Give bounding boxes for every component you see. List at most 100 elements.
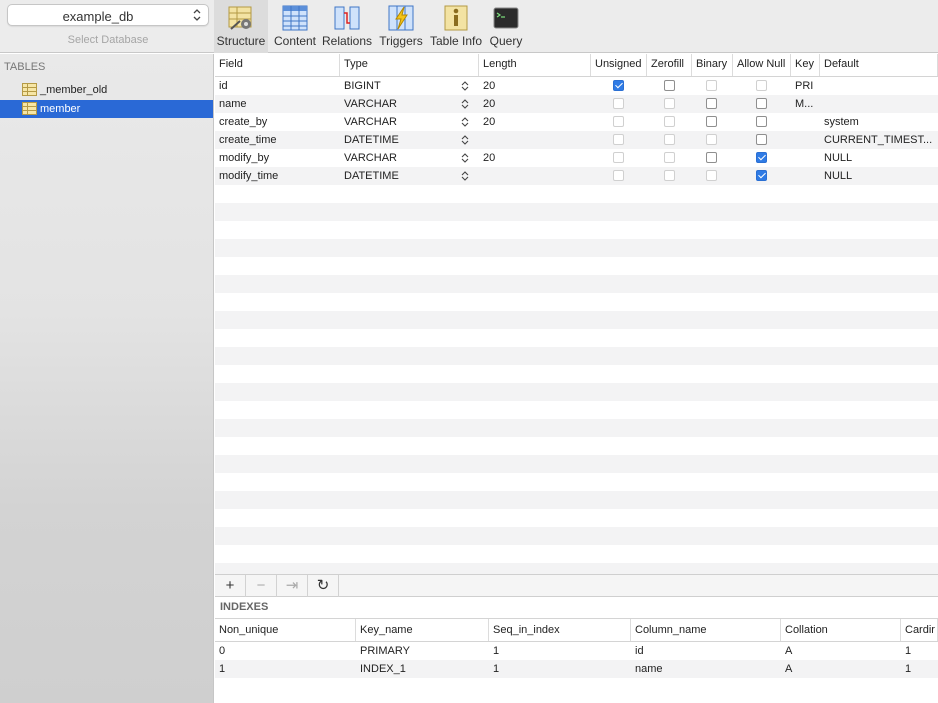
field-name-cell[interactable]: modify_by <box>215 149 340 167</box>
type-select-arrows-icon[interactable] <box>461 117 469 127</box>
empty-row <box>215 383 938 401</box>
allow-null-checkbox[interactable] <box>756 98 767 109</box>
type-cell[interactable]: DATETIME <box>340 131 455 149</box>
toolbar-query-label: Query <box>489 34 523 48</box>
sidebar: TABLES _member_old member <box>0 54 214 703</box>
unsigned-checkbox <box>613 134 624 145</box>
col-seq-in-index-header[interactable]: Seq_in_index <box>489 619 631 641</box>
default-cell[interactable] <box>820 95 938 113</box>
col-cardinality-header[interactable]: Cardir <box>901 619 938 641</box>
type-select-arrows-icon[interactable] <box>461 153 469 163</box>
col-unsigned-header[interactable]: Unsigned <box>591 54 647 76</box>
col-non-unique-header[interactable]: Non_unique <box>215 619 356 641</box>
empty-row <box>215 347 938 365</box>
empty-row <box>215 491 938 509</box>
field-name-cell[interactable]: create_by <box>215 113 340 131</box>
field-row[interactable]: name VARCHAR 20 M... <box>215 95 938 113</box>
index-row[interactable]: 0 PRIMARY 1 id A 1 <box>215 642 938 660</box>
allow-null-checkbox[interactable] <box>756 134 767 145</box>
type-cell[interactable]: VARCHAR <box>340 95 455 113</box>
sidebar-item-label: member <box>40 103 81 115</box>
toolbar-table-info-button[interactable]: Table Info <box>428 0 484 53</box>
refresh-button[interactable]: ↻ <box>308 575 339 597</box>
type-cell[interactable]: DATETIME <box>340 167 455 185</box>
sidebar-item-member[interactable]: member <box>0 100 213 118</box>
col-type-header[interactable]: Type <box>340 54 479 76</box>
type-cell[interactable]: VARCHAR <box>340 113 455 131</box>
col-field-header[interactable]: Field <box>215 54 340 76</box>
length-cell[interactable]: 20 <box>479 149 591 167</box>
allow-null-checkbox[interactable] <box>756 116 767 127</box>
field-row[interactable]: create_time DATETIME CURRENT_TIMEST... <box>215 131 938 149</box>
default-cell[interactable]: NULL <box>820 167 938 185</box>
field-row[interactable]: modify_time DATETIME NULL <box>215 167 938 185</box>
field-row[interactable]: id BIGINT 20 PRI <box>215 77 938 95</box>
toolbar-content-button[interactable]: Content <box>270 0 320 53</box>
field-row[interactable]: create_by VARCHAR 20 system <box>215 113 938 131</box>
col-length-header[interactable]: Length <box>479 54 591 76</box>
col-allow-null-header[interactable]: Allow Null <box>733 54 791 76</box>
binary-checkbox[interactable] <box>706 116 717 127</box>
remove-field-button[interactable]: − <box>246 575 277 597</box>
col-collation-header[interactable]: Collation <box>781 619 901 641</box>
database-select[interactable]: example_db <box>7 4 209 26</box>
binary-checkbox <box>706 80 717 91</box>
default-cell[interactable]: NULL <box>820 149 938 167</box>
col-binary-header[interactable]: Binary <box>692 54 733 76</box>
allow-null-checkbox[interactable] <box>756 152 767 163</box>
col-default-header[interactable]: Default <box>820 54 938 76</box>
sidebar-item-member-old[interactable]: _member_old <box>0 81 213 99</box>
col-column-name-header[interactable]: Column_name <box>631 619 781 641</box>
toolbar-triggers-button[interactable]: Triggers <box>376 0 426 53</box>
col-key-header[interactable]: Key <box>791 54 820 76</box>
empty-row <box>215 311 938 329</box>
binary-checkbox[interactable] <box>706 152 717 163</box>
default-cell[interactable]: CURRENT_TIMEST... <box>820 131 938 149</box>
key-cell[interactable]: M... <box>791 95 820 113</box>
key-cell[interactable] <box>791 149 820 167</box>
type-cell[interactable]: BIGINT <box>340 77 455 95</box>
default-cell[interactable]: system <box>820 113 938 131</box>
tables-header: TABLES <box>4 61 46 73</box>
length-cell[interactable]: 20 <box>479 77 591 95</box>
structure-grid: id BIGINT 20 PRI name VARCHAR 20 M... create_by V… <box>215 77 938 575</box>
length-cell[interactable]: 20 <box>479 95 591 113</box>
type-select-arrows-icon[interactable] <box>461 99 469 109</box>
unsigned-checkbox[interactable] <box>613 80 624 91</box>
field-name-cell[interactable]: create_time <box>215 131 340 149</box>
col-key-name-header[interactable]: Key_name <box>356 619 489 641</box>
allow-null-checkbox[interactable] <box>756 170 767 181</box>
length-cell[interactable]: 20 <box>479 113 591 131</box>
toolbar-structure-button[interactable]: Structure <box>214 0 268 53</box>
key-cell[interactable] <box>791 113 820 131</box>
length-cell[interactable] <box>479 167 591 185</box>
binary-checkbox[interactable] <box>706 98 717 109</box>
sidebar-item-label: _member_old <box>40 84 108 96</box>
toolbar-query-button[interactable]: Query <box>486 0 526 53</box>
type-select-arrows-icon[interactable] <box>461 81 469 91</box>
index-row[interactable]: 1 INDEX_1 1 name A 1 <box>215 660 938 678</box>
zerofill-checkbox[interactable] <box>664 80 675 91</box>
binary-checkbox <box>706 134 717 145</box>
type-select-arrows-icon[interactable] <box>461 171 469 181</box>
field-name-cell[interactable]: modify_time <box>215 167 340 185</box>
key-cell[interactable] <box>791 131 820 149</box>
add-field-button[interactable]: + <box>215 575 246 597</box>
zerofill-checkbox <box>664 134 675 145</box>
field-row[interactable]: modify_by VARCHAR 20 NULL <box>215 149 938 167</box>
binary-checkbox <box>706 170 717 181</box>
field-name-cell[interactable]: id <box>215 77 340 95</box>
col-zerofill-header[interactable]: Zerofill <box>647 54 692 76</box>
field-name-cell[interactable]: name <box>215 95 340 113</box>
field-actions-bar: + − ⇥ ↻ <box>215 574 938 597</box>
duplicate-field-button[interactable]: ⇥ <box>277 575 308 597</box>
key-cell[interactable]: PRI <box>791 77 820 95</box>
key-cell[interactable] <box>791 167 820 185</box>
type-cell[interactable]: VARCHAR <box>340 149 455 167</box>
default-cell[interactable] <box>820 77 938 95</box>
type-select-arrows-icon[interactable] <box>461 135 469 145</box>
toolbar-relations-button[interactable]: Relations <box>320 0 374 53</box>
length-cell[interactable] <box>479 131 591 149</box>
indexes-grid: 0 PRIMARY 1 id A 1 1 INDEX_1 1 name A 1 <box>215 642 938 703</box>
empty-row <box>215 678 938 696</box>
